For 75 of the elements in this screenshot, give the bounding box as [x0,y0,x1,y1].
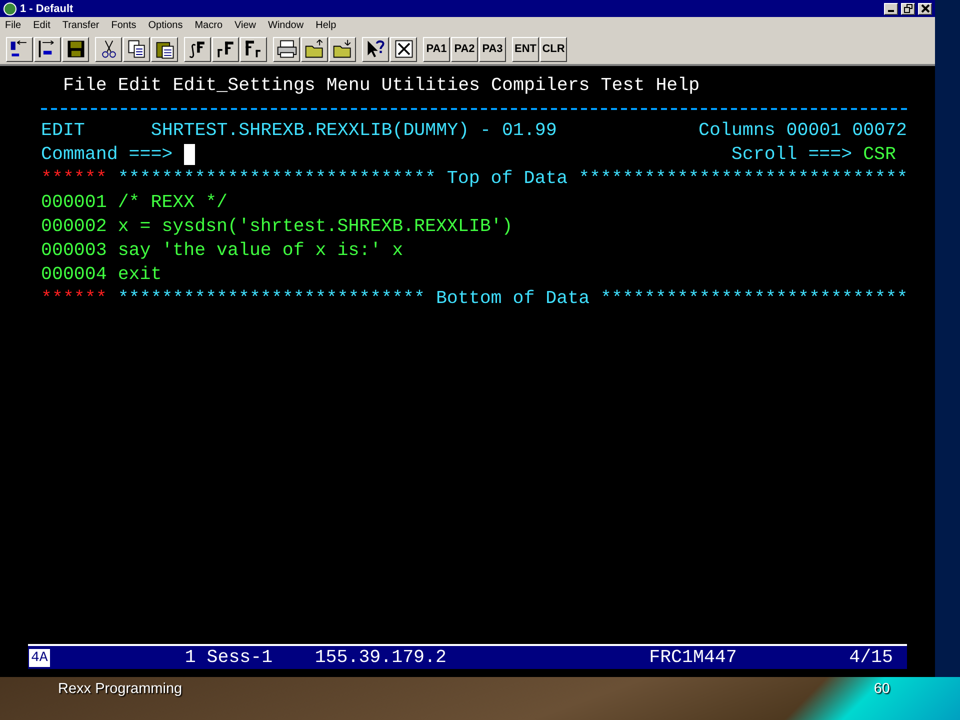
lu-name: FRC1M447 [649,646,738,670]
terminal-menu-item[interactable]: Edit [118,74,162,98]
line-number: ****** [41,169,107,189]
toolbar-button[interactable]: PA1 [423,36,450,62]
toolbar-button[interactable] [151,36,178,62]
line-number: 000004 [41,265,107,285]
terminal-menu-item[interactable]: Compilers [491,74,590,98]
columns-label: Columns 00001 00072 [698,120,907,143]
line-number: 000001 [41,193,107,213]
session-label: 1 Sess-1 [184,646,274,670]
window-command-item[interactable]: Macro [194,20,223,31]
command-input-field[interactable] [184,144,195,165]
toolbar-button[interactable] [34,36,61,62]
copy-icon [126,38,148,60]
window-title: 1 - Default [20,2,74,14]
toolbar-button[interactable]: PA3 [479,36,506,62]
line-text: say 'the value of x is:' x [118,241,404,261]
toolbar-button[interactable] [95,36,122,62]
toolbar-button[interactable] [329,36,356,62]
line-text: /* REXX */ [118,193,228,213]
toolbar-button[interactable] [6,36,33,62]
toolbar-button[interactable] [301,36,328,62]
toolbar-button[interactable] [362,36,389,62]
window-command-item[interactable]: Edit [33,20,50,31]
window-command-item[interactable]: File [5,20,22,31]
folder-download-icon [332,38,354,60]
toolbar-button[interactable] [212,36,239,62]
toolbar-button[interactable] [240,36,267,62]
toolbar-button[interactable] [62,36,89,62]
line-number: ****** [41,289,107,309]
window-command-item[interactable]: Window [268,20,304,31]
terminal-menu-item[interactable]: Utilities [381,74,480,98]
line-text: x = sysdsn('shrtest.SHREXB.REXXLIB') [118,217,513,237]
scroll-label: Scroll ===> [731,145,852,165]
close-icon [920,4,930,13]
toolbar-button[interactable]: ENT [512,36,539,62]
line-number: 000003 [41,241,107,261]
window-command-item[interactable]: Help [316,20,336,31]
dataset-name: SHRTEST.SHREXB.REXXLIB(DUMMY) - 01.99 [150,120,558,143]
print-icon [276,38,298,60]
terminal-menu-item[interactable]: File [63,74,107,98]
close-box-icon [392,38,414,60]
toolbar-button[interactable] [184,36,211,62]
toolbar-button[interactable] [390,36,417,62]
close-button[interactable] [918,2,932,14]
window-command-item[interactable]: Transfer [62,20,100,31]
line-number: 000002 [41,217,107,237]
command-label: Command ===> [41,145,173,165]
scroll-value[interactable]: CSR [863,145,896,165]
status-indicator: 4A [28,648,51,668]
restore-button[interactable] [901,2,915,14]
toolbar-button[interactable] [123,36,150,62]
folder-upload-icon [304,38,326,60]
window-command-item[interactable]: View [234,20,256,31]
toolbar-button[interactable]: PA2 [451,36,478,62]
globe-icon [3,2,17,16]
line-text: exit [118,265,162,285]
slide-title: Rexx Programming [58,681,182,697]
toolbar-button[interactable] [273,36,300,62]
terminal-menu-item[interactable]: Help [656,74,700,98]
minimize-button[interactable] [884,2,898,14]
edit-mode-label: EDIT [41,120,85,143]
line-text: ***************************** Top of Data ****************************** [118,169,908,189]
cursor-position: 4/15 [849,646,893,670]
minimize-icon [888,10,894,12]
line-text: **************************** Bottom of Data **************************** [118,289,908,309]
restore-icon [904,4,912,13]
terminal-menu-item[interactable]: Menu [326,74,370,98]
terminal-menu-item[interactable]: Edit_Settings [172,74,316,98]
host-address: 155.39.179.2 [314,646,448,670]
window-command-item[interactable]: Fonts [111,20,136,31]
slide-number: 60 [874,681,890,697]
window-command-item[interactable]: Options [148,20,183,31]
toolbar-button[interactable]: CLR [540,36,567,62]
terminal-menu-item[interactable]: Test [600,74,645,98]
